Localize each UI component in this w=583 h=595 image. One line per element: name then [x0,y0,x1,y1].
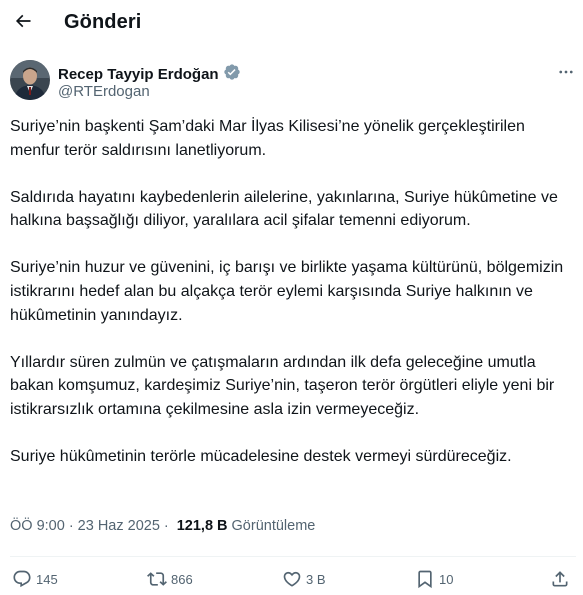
like-count: 3 B [306,571,326,587]
author-handle[interactable]: @RTErdogan [58,83,150,100]
reply-button[interactable]: 145 [12,566,58,592]
page-title: Gönderi [64,11,142,33]
repost-icon [147,569,167,589]
back-button[interactable] [6,6,40,40]
tweet-paragraph: Suriye hükûmetinin terörle mücadelesine … [10,447,512,465]
divider [10,556,576,557]
tweet-date[interactable]: 23 Haz 2025 [78,518,160,534]
bookmark-count: 10 [439,571,454,587]
tweet-time[interactable]: ÖÖ 9:00 [10,518,65,534]
action-bar: 145 866 3 B 10 [10,566,576,592]
bookmark-button[interactable]: 10 [415,566,453,592]
header: Gönderi [0,0,583,46]
repost-count: 866 [171,571,193,587]
share-button[interactable] [550,566,570,592]
avatar[interactable] [10,60,50,100]
tweet-meta: ÖÖ 9:00 · 23 Haz 2025 · 121,8 B Görüntül… [10,518,315,534]
verified-badge-icon [223,63,241,86]
meta-separator: · [68,518,74,534]
repost-button[interactable]: 866 [147,566,193,592]
reply-count: 145 [36,571,58,587]
heart-icon [282,569,302,589]
bookmark-icon [415,569,435,589]
author-row: Recep Tayyip Erdoğan @RTErdogan [10,60,578,104]
like-button[interactable]: 3 B [282,566,326,592]
arrow-left-icon [13,11,33,36]
author-name[interactable]: Recep Tayyip Erdoğan [58,66,219,83]
reply-icon [12,569,32,589]
views-count: 121,8 B [176,518,228,534]
more-horizontal-icon [557,63,575,86]
tweet-paragraph: Saldırıda hayatını kaybedenlerin aileler… [10,188,558,230]
more-options-button[interactable] [554,62,578,86]
tweet-paragraph: Suriye’nin huzur ve güvenini, iç barışı … [10,259,564,324]
meta-separator: · [163,518,169,534]
views-label: Görüntüleme [231,518,316,534]
tweet-paragraph: Suriye’nin başkenti Şam’daki Mar İlyas K… [10,118,525,159]
share-icon [550,569,570,589]
tweet-paragraph: Yıllardır süren zulmün ve çatışmaların a… [10,353,555,419]
tweet-text: Suriye’nin başkenti Şam’daki Mar İlyas K… [10,115,576,469]
